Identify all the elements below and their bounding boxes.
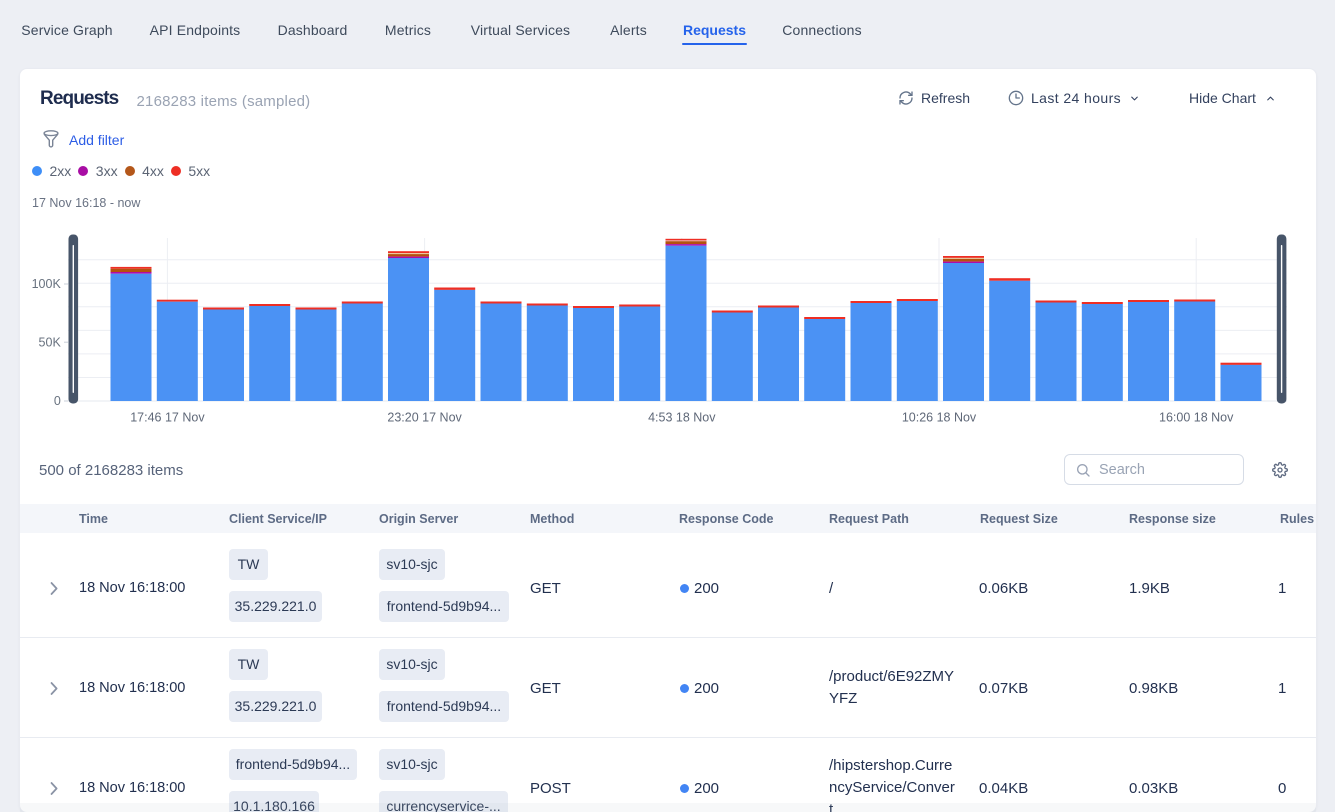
svg-text:0: 0	[54, 394, 61, 408]
svg-text:50K: 50K	[39, 335, 62, 349]
svg-text:4:53 18 Nov: 4:53 18 Nov	[648, 411, 716, 425]
svg-text:16:00 18 Nov: 16:00 18 Nov	[1159, 411, 1234, 425]
svg-text:10:26 18 Nov: 10:26 18 Nov	[902, 411, 977, 425]
svg-text:23:20 17 Nov: 23:20 17 Nov	[387, 411, 462, 425]
svg-text:100K: 100K	[32, 277, 62, 291]
svg-text:17:46 17 Nov: 17:46 17 Nov	[130, 411, 205, 425]
